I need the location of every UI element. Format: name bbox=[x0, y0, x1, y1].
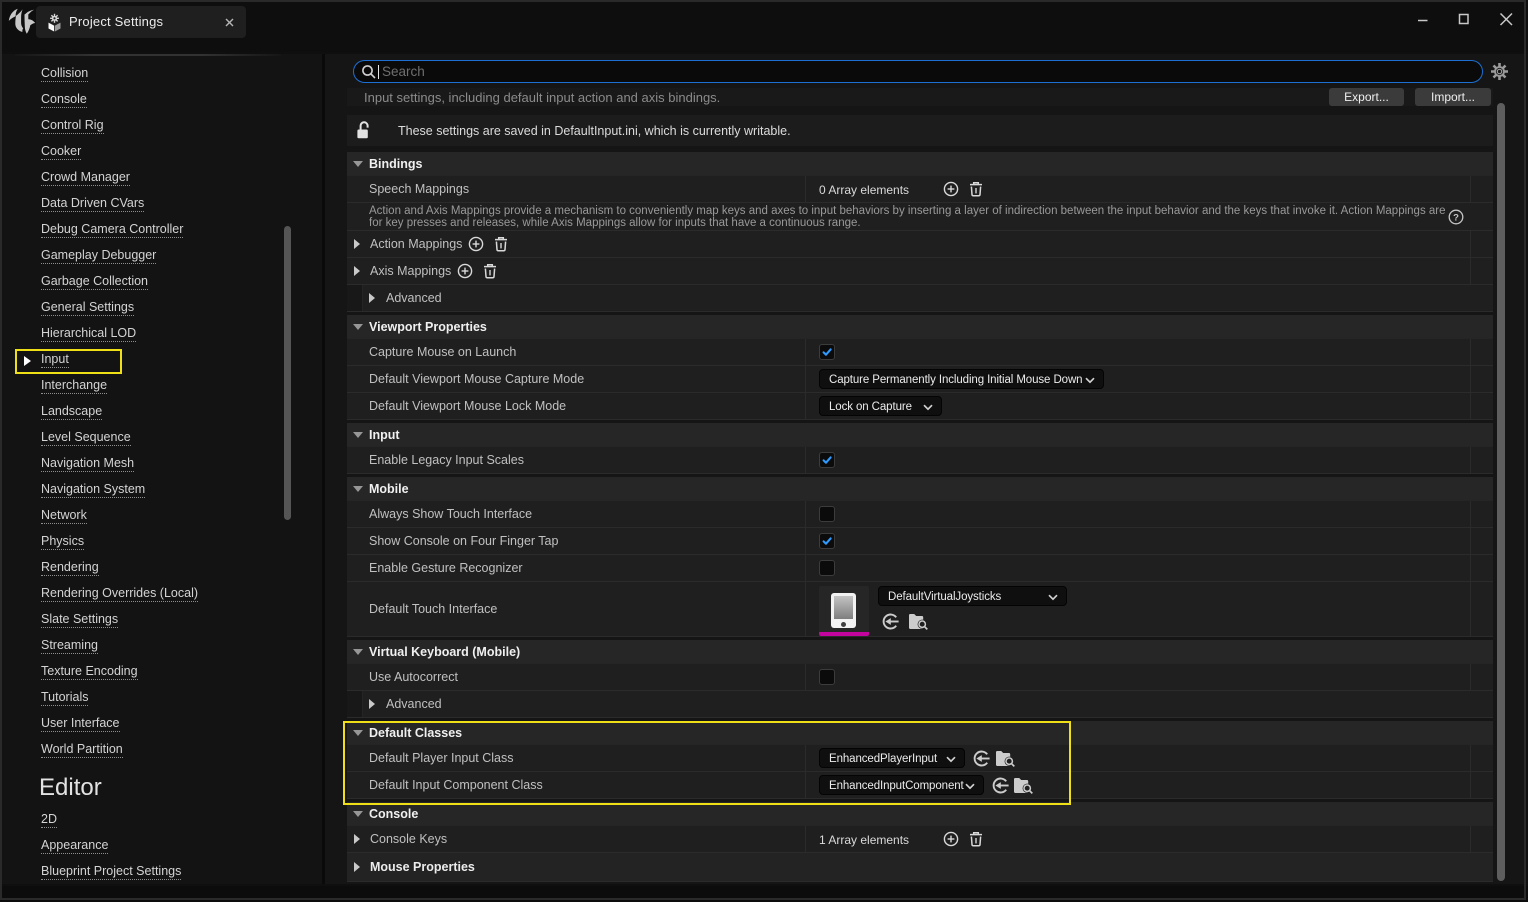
svg-text:?: ? bbox=[1453, 212, 1459, 223]
